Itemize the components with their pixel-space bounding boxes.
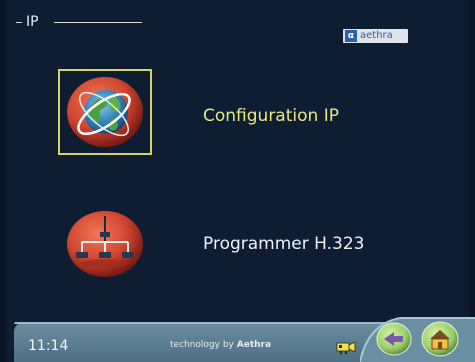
menu-item-programmer-h323[interactable]: Programmer H.323 [203,234,364,254]
right-bezel [469,0,475,362]
brand-mark: α [345,30,357,42]
back-button[interactable] [376,322,412,356]
menu-screen: IP α aethra Configuration IP Programmer … [0,0,475,362]
network-icon[interactable] [64,206,146,282]
technology-prefix: technology by [170,340,234,350]
clock: 11:14 [28,338,69,354]
title-underline [54,22,142,23]
title-dash [16,22,22,23]
brand-name: aethra [360,30,393,41]
brand-logo: α aethra [343,29,408,43]
technology-credit: technology by Aethra [170,340,271,351]
globe-icon[interactable] [64,74,146,150]
home-button[interactable] [421,321,459,357]
video-camera-icon [336,341,356,354]
technology-brand: Aethra [236,340,272,350]
screen-title: IP [26,14,39,30]
menu-item-configuration-ip[interactable]: Configuration IP [203,106,339,126]
left-bezel [0,0,6,362]
